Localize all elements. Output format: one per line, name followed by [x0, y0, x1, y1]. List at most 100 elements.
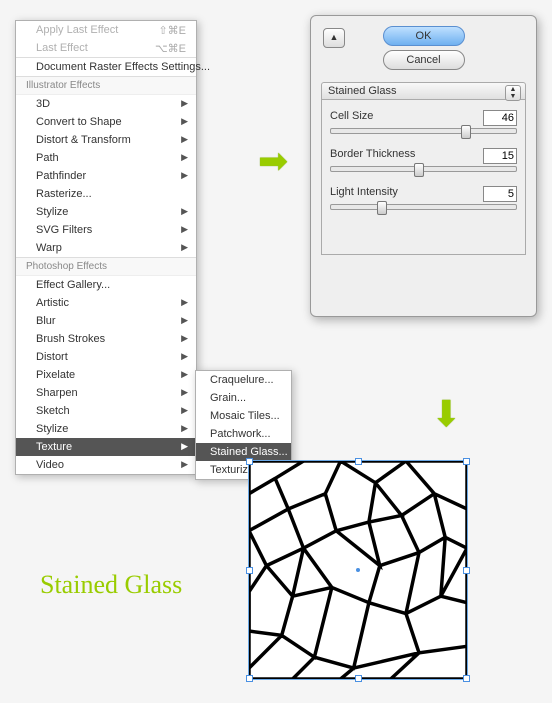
- menu-apply-last: Apply Last Effect ⇧⌘E: [16, 21, 196, 39]
- label: Warp: [36, 242, 62, 254]
- selection-handle[interactable]: [463, 675, 470, 682]
- menu-distort[interactable]: Distort ▶: [16, 348, 196, 366]
- label: Sketch: [36, 405, 70, 417]
- effect-selector[interactable]: Stained Glass: [321, 82, 526, 100]
- label: Video: [36, 459, 64, 471]
- param-label: Cell Size: [330, 110, 373, 122]
- label: Apply Last Effect: [36, 24, 118, 36]
- result-preview[interactable]: [248, 460, 468, 680]
- submenu-craquelure[interactable]: Craquelure...: [196, 371, 291, 389]
- light-intensity-input[interactable]: [483, 186, 517, 202]
- border-thickness-slider[interactable]: [330, 166, 517, 172]
- label: SVG Filters: [36, 224, 92, 236]
- stained-glass-dialog: ▲ OK Cancel Stained Glass Cell Size Bord…: [310, 15, 537, 317]
- menu-artistic[interactable]: Artistic ▶: [16, 294, 196, 312]
- flow-arrow-down-icon: ➡: [426, 398, 468, 428]
- selection-handle[interactable]: [355, 458, 362, 465]
- menu-texture[interactable]: Texture ▶: [16, 438, 196, 456]
- submenu-arrow-icon: ▶: [181, 297, 188, 308]
- submenu-arrow-icon: ▶: [181, 369, 188, 380]
- selection-handle[interactable]: [355, 675, 362, 682]
- param-light-intensity: Light Intensity: [330, 186, 517, 218]
- label: Document Raster Effects Settings...: [36, 61, 210, 73]
- border-thickness-input[interactable]: [483, 148, 517, 164]
- selection-handle[interactable]: [246, 458, 253, 465]
- selection-handle[interactable]: [246, 675, 253, 682]
- submenu-arrow-icon: ▶: [181, 459, 188, 470]
- label: Pathfinder: [36, 170, 86, 182]
- selection-handle[interactable]: [463, 458, 470, 465]
- label: Effect Gallery...: [36, 279, 110, 291]
- stepper-icon[interactable]: [505, 85, 521, 101]
- param-label: Light Intensity: [330, 186, 398, 198]
- menu-convert-shape[interactable]: Convert to Shape▶: [16, 113, 196, 131]
- menu-raster-settings[interactable]: Document Raster Effects Settings...: [16, 58, 196, 76]
- submenu-arrow-icon: ▶: [181, 170, 188, 181]
- effects-menu: Apply Last Effect ⇧⌘E Last Effect ⌥⌘E Do…: [15, 20, 197, 475]
- submenu-mosaic[interactable]: Mosaic Tiles...: [196, 407, 291, 425]
- cell-size-input[interactable]: [483, 110, 517, 126]
- label: Blur: [36, 315, 56, 327]
- param-label: Border Thickness: [330, 148, 415, 160]
- submenu-stained-glass[interactable]: Stained Glass...: [196, 443, 291, 461]
- param-border-thickness: Border Thickness: [330, 148, 517, 180]
- submenu-arrow-icon: ▶: [181, 351, 188, 362]
- header-illustrator: Illustrator Effects: [16, 76, 196, 95]
- menu-blur[interactable]: Blur ▶: [16, 312, 196, 330]
- slider-thumb[interactable]: [377, 201, 387, 215]
- menu-pathfinder[interactable]: Pathfinder ▶: [16, 167, 196, 185]
- header-photoshop: Photoshop Effects: [16, 257, 196, 276]
- menu-sketch[interactable]: Sketch ▶: [16, 402, 196, 420]
- label: Path: [36, 152, 59, 164]
- expand-button[interactable]: ▲: [323, 28, 345, 48]
- shortcut: ⌥⌘E: [155, 42, 186, 55]
- flow-arrow-right-icon: ➡: [258, 140, 288, 182]
- cancel-button[interactable]: Cancel: [383, 50, 465, 70]
- light-intensity-slider[interactable]: [330, 204, 517, 210]
- menu-stylize-ps[interactable]: Stylize▶: [16, 420, 196, 438]
- label: Artistic: [36, 297, 69, 309]
- label: Stylize: [36, 423, 68, 435]
- shortcut: ⇧⌘E: [158, 24, 186, 37]
- label: Texture: [36, 441, 72, 453]
- menu-warp[interactable]: Warp▶: [16, 239, 196, 257]
- menu-video[interactable]: Video ▶: [16, 456, 196, 474]
- cell-size-slider[interactable]: [330, 128, 517, 134]
- params-panel: Cell Size Border Thickness Light Intensi…: [321, 100, 526, 255]
- selection-handle[interactable]: [246, 567, 253, 574]
- menu-effect-gallery[interactable]: Effect Gallery...: [16, 276, 196, 294]
- label: Distort: [36, 351, 68, 363]
- submenu-arrow-icon: ▶: [181, 405, 188, 416]
- menu-sharpen[interactable]: Sharpen▶: [16, 384, 196, 402]
- menu-brush-strokes[interactable]: Brush Strokes▶: [16, 330, 196, 348]
- submenu-arrow-icon: ▶: [181, 98, 188, 109]
- submenu-arrow-icon: ▶: [181, 134, 188, 145]
- submenu-patchwork[interactable]: Patchwork...: [196, 425, 291, 443]
- menu-last-effect: Last Effect ⌥⌘E: [16, 39, 196, 57]
- submenu-arrow-icon: ▶: [181, 152, 188, 163]
- menu-svg-filters[interactable]: SVG Filters ▶: [16, 221, 196, 239]
- label: Stylize: [36, 206, 68, 218]
- submenu-arrow-icon: ▶: [181, 315, 188, 326]
- menu-stylize-ai[interactable]: Stylize▶: [16, 203, 196, 221]
- menu-pixelate[interactable]: Pixelate ▶: [16, 366, 196, 384]
- slider-thumb[interactable]: [461, 125, 471, 139]
- menu-distort-transform[interactable]: Distort & Transform ▶: [16, 131, 196, 149]
- submenu-arrow-icon: ▶: [181, 333, 188, 344]
- submenu-arrow-icon: ▶: [181, 441, 188, 452]
- label: Pixelate: [36, 369, 75, 381]
- menu-path[interactable]: Path ▶: [16, 149, 196, 167]
- ok-button[interactable]: OK: [383, 26, 465, 46]
- label: 3D: [36, 98, 50, 110]
- menu-rasterize[interactable]: Rasterize...: [16, 185, 196, 203]
- result-caption: Stained Glass: [40, 570, 182, 600]
- label: Rasterize...: [36, 188, 92, 200]
- slider-thumb[interactable]: [414, 163, 424, 177]
- selection-handle[interactable]: [463, 567, 470, 574]
- label: Convert to Shape: [36, 116, 122, 128]
- effect-name: Stained Glass: [328, 85, 396, 97]
- menu-3d[interactable]: 3D ▶: [16, 95, 196, 113]
- submenu-arrow-icon: ▶: [181, 224, 188, 235]
- submenu-grain[interactable]: Grain...: [196, 389, 291, 407]
- label: Distort & Transform: [36, 134, 131, 146]
